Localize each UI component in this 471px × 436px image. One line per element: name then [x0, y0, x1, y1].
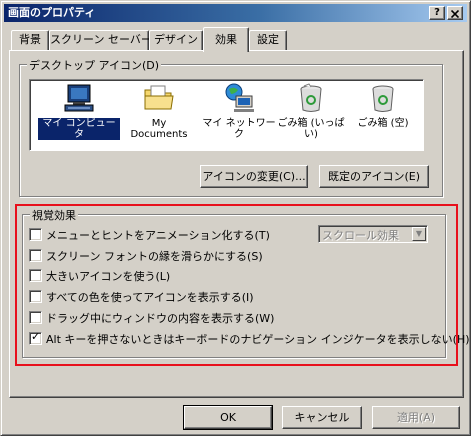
my-network-icon	[225, 83, 254, 112]
cancel-button[interactable]: キャンセル	[282, 406, 362, 429]
display-properties-dialog: 画面のプロパティ ? 背景 スクリーン セーバー デザイン 効果 設定 デスクト…	[0, 0, 471, 436]
desktop-item-recycle-bin-full[interactable]: ごみ箱 (いっぱい)	[270, 82, 352, 140]
my-documents-folder-icon	[144, 85, 174, 110]
recycle-bin-empty-label: ごみ箱 (空)	[357, 118, 409, 129]
label-smooth-fonts: スクリーン フォントの縁を滑らかにする(S)	[46, 250, 263, 263]
checkbox-hide-nav-indicators[interactable]: ✓	[29, 330, 42, 345]
close-icon	[450, 9, 460, 19]
checkbox-large-icons[interactable]	[29, 269, 42, 282]
desktop-item-my-computer[interactable]: マイ コンピュータ	[38, 82, 120, 140]
scroll-effect-select[interactable]: スクロール効果 ▼	[318, 225, 428, 243]
recycle-bin-full-label: ごみ箱 (いっぱい)	[277, 118, 345, 140]
recycle-bin-full-icon	[300, 83, 322, 112]
desktop-icons-group-label: デスクトップ アイコン(D)	[27, 57, 161, 73]
label-large-icons: 大きいアイコンを使う(L)	[46, 270, 171, 283]
checkbox-drag-contents[interactable]	[29, 311, 42, 324]
tab-appearance[interactable]: デザイン	[149, 30, 203, 50]
visual-effects-group-label: 視覚効果	[30, 207, 78, 223]
title-bar[interactable]: 画面のプロパティ ?	[4, 4, 467, 22]
checkbox-all-colors-icons[interactable]	[29, 290, 42, 303]
recycle-bin-empty-icon	[372, 85, 394, 112]
apply-button[interactable]: 適用(A)	[372, 406, 460, 429]
label-animate-menus: メニューとヒントをアニメーション化する(T)	[46, 229, 270, 242]
window-title: 画面のプロパティ	[8, 6, 96, 19]
desktop-item-my-documents[interactable]: My Documents	[118, 82, 200, 140]
ok-button[interactable]: OK	[183, 405, 273, 430]
close-button[interactable]	[447, 6, 463, 20]
tab-screen-saver[interactable]: スクリーン セーバー	[49, 30, 152, 50]
my-computer-icon	[64, 84, 94, 112]
checkbox-animate-menus[interactable]	[29, 228, 42, 241]
checkmark-icon: ✓	[31, 330, 41, 343]
my-network-label: マイ ネットワーク	[202, 118, 276, 140]
label-drag-contents: ドラッグ中にウィンドウの内容を表示する(W)	[46, 312, 275, 325]
help-button[interactable]: ?	[429, 6, 445, 20]
label-all-colors-icons: すべての色を使ってアイコンを表示する(I)	[46, 291, 254, 304]
desktop-icon-list[interactable]: マイ コンピュータ My Documents マイ ネットワーク ごみ箱 (いっ…	[29, 79, 424, 151]
label-hide-nav-indicators: Alt キーを押さないときはキーボードのナビゲーション インジケータを表示しない…	[46, 333, 470, 346]
desktop-item-recycle-bin-empty[interactable]: ごみ箱 (空)	[342, 82, 424, 129]
default-icon-button[interactable]: 既定のアイコン(E)	[319, 165, 429, 188]
my-computer-label: マイ コンピュータ	[38, 118, 120, 140]
checkbox-smooth-fonts[interactable]	[29, 249, 42, 262]
change-icon-button[interactable]: アイコンの変更(C)...	[200, 165, 308, 188]
desktop-item-my-network[interactable]: マイ ネットワーク	[198, 82, 280, 140]
tab-settings[interactable]: 設定	[249, 30, 287, 50]
tab-background[interactable]: 背景	[11, 30, 49, 50]
my-documents-label: My Documents	[130, 118, 188, 140]
chevron-down-icon[interactable]: ▼	[412, 227, 426, 241]
tab-effects[interactable]: 効果	[203, 27, 249, 52]
scroll-effect-value: スクロール効果	[322, 229, 399, 242]
